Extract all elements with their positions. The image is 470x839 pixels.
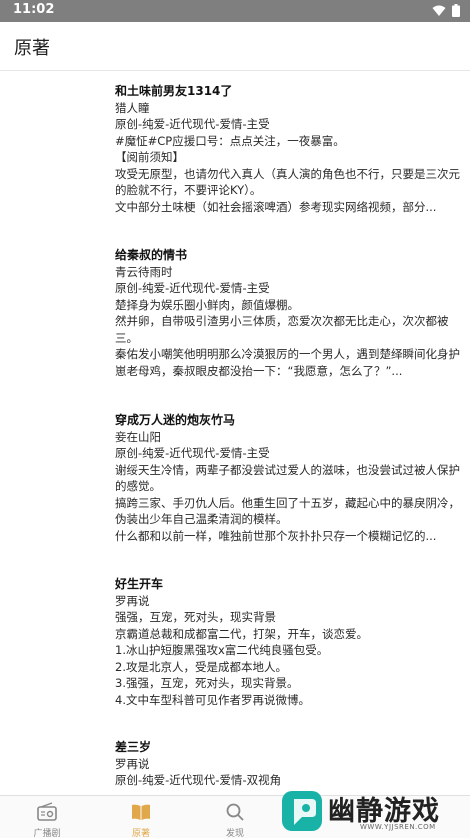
book-summary-line: 文中部分土味梗（如社会摇滚啤酒）参考现实网络视频，部分...	[115, 199, 437, 214]
status-icons	[432, 4, 460, 17]
tab-label: 原著	[131, 829, 150, 839]
logo-url-text: WWW.YJJSREN.COM	[360, 823, 436, 831]
book-author: 青云待雨时	[115, 264, 173, 279]
book-item[interactable]: 差三岁 罗再说 原创-纯爱-近代现代-爱情-双视角	[115, 739, 460, 789]
book-summary-line: 搞跨三家、手刃仇人后。他重生回了十五岁，藏起心中的暴戾阴冷，伪装出少年自己温柔清…	[115, 495, 460, 527]
watermark-logo: 幽静游戏 WWW.YJJSREN.COM	[282, 783, 470, 837]
book-list[interactable]: 和土味前男友1314了 猎人瞳 原创-纯爱-近代现代-爱情-主受 #魔怔#CP应…	[0, 71, 470, 795]
radio-icon	[37, 802, 57, 821]
status-time: 11:02	[13, 2, 55, 17]
book-author: 罗再说	[115, 593, 150, 608]
book-summary-line: 谢绥天生冷情，两辈子都没尝试过爱人的滋味，也没尝试过被人保护的感觉。	[115, 462, 460, 494]
app-bar: 原著	[0, 22, 470, 71]
book-tags: 原创-纯爱-近代现代-爱情-主受	[115, 117, 270, 131]
book-tags: 强强，互宠，死对头，现实背景	[115, 610, 276, 624]
book-item[interactable]: 穿成万人迷的炮灰竹马 妾在山阳 原创-纯爱-近代现代-爱情-主受 谢绥天生冷情，…	[115, 412, 460, 544]
book-author: 猎人瞳	[115, 100, 150, 115]
status-bar: 11:02	[0, 0, 470, 22]
book-summary-line: 攻受无原型，也请勿代入真人（真人演的角色也不行，只要是三次元的脸就不行，不要评论…	[115, 166, 460, 198]
book-summary-line: 【阅前须知】	[115, 150, 184, 164]
book-title[interactable]: 和土味前男友1314了	[115, 83, 460, 100]
battery-icon	[452, 4, 460, 17]
book-summary-line: 什么都和以前一样，唯独前世那个灰扑扑只存一个模糊记忆的...	[115, 528, 437, 543]
tab-label: 广播剧	[33, 829, 61, 839]
book-summary-line: 1.冰山护短腹黑强攻x富二代纯良骚包受。	[115, 643, 329, 657]
search-icon	[226, 803, 244, 821]
book-summary-line: 楚择身为娱乐圈小鲜肉，颜值爆棚。	[115, 297, 299, 312]
wifi-icon	[432, 5, 446, 16]
book-item[interactable]: 好生开车 罗再说 强强，互宠，死对头，现实背景 京霸道总裁和成都富二代，打架，开…	[115, 576, 460, 708]
book-summary-line: #魔怔#CP应援口号：点点关注，一夜暴富。	[115, 133, 345, 148]
book-summary-line: 2.攻是北京人，受是成都本地人。	[115, 659, 287, 674]
book-item[interactable]: 和土味前男友1314了 猎人瞳 原创-纯爱-近代现代-爱情-主受 #魔怔#CP应…	[115, 83, 460, 215]
book-summary-line: 4.文中车型科普可见作者罗再说微博。	[115, 692, 310, 707]
book-item[interactable]: 给秦叔的情书 青云待雨时 原创-纯爱-近代现代-爱情-主受 楚择身为娱乐圈小鲜肉…	[115, 247, 460, 379]
book-tags: 原创-纯爱-近代现代-爱情-主受	[115, 281, 270, 295]
tab-discover[interactable]: 发现	[200, 796, 270, 839]
tab-original-novel[interactable]: 原著	[106, 796, 176, 839]
tab-label: 发现	[225, 829, 244, 839]
book-tags: 原创-纯爱-近代现代-爱情-主受	[115, 446, 270, 460]
book-author: 罗再说	[115, 756, 150, 771]
book-summary-line: 然并卵，自带吸引渣男小三体质，恋爱次次都无比走心，次次都被三。	[115, 314, 449, 345]
book-author: 妾在山阳	[115, 429, 161, 444]
book-summary-line: 京霸道总裁和成都富二代，打架，开车，谈恋爱。	[115, 626, 368, 641]
logo-badge-icon	[282, 791, 322, 831]
book-title[interactable]: 穿成万人迷的炮灰竹马	[115, 412, 460, 429]
book-title[interactable]: 好生开车	[115, 576, 460, 593]
book-summary-line: 3.强强，互宠，死对头，现实背景。	[115, 676, 299, 690]
page-title: 原著	[14, 38, 50, 59]
book-title[interactable]: 给秦叔的情书	[115, 247, 460, 264]
book-summary-line: 秦佑发小嘲笑他明明那么冷漠狠厉的一个男人，遇到楚绎瞬间化身护崽老母鸡，秦叔眼皮都…	[115, 347, 460, 378]
tab-radio-drama[interactable]: 广播剧	[12, 796, 82, 839]
book-title[interactable]: 差三岁	[115, 739, 460, 756]
book-icon	[132, 804, 150, 820]
